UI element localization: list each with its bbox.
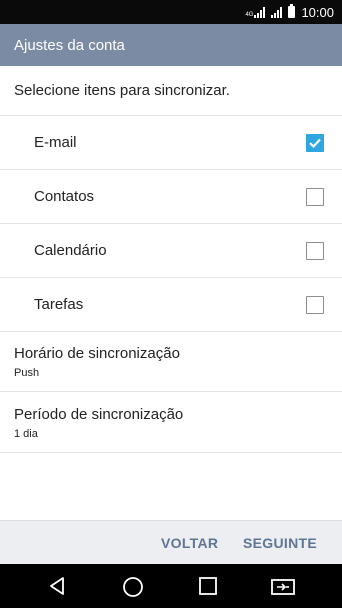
status-bar: 4G 10:00 bbox=[0, 0, 342, 24]
sync-item-calendario[interactable]: Calendário bbox=[0, 224, 342, 278]
back-triangle-icon[interactable] bbox=[48, 576, 68, 596]
setting-value: 1 dia bbox=[14, 428, 38, 440]
setting-value: Push bbox=[14, 367, 40, 379]
dual-window-icon[interactable] bbox=[270, 576, 296, 596]
recents-square-icon[interactable] bbox=[198, 576, 218, 596]
tarefas-checkbox[interactable] bbox=[306, 295, 324, 314]
email-checkbox[interactable] bbox=[306, 133, 324, 152]
sync-item-label: Calendário bbox=[34, 242, 107, 259]
sync-section-header: Selecione itens para sincronizar. bbox=[0, 66, 342, 116]
sync-item-tarefas[interactable]: Tarefas bbox=[0, 278, 342, 332]
sync-section-label: Selecione itens para sincronizar. bbox=[14, 82, 230, 99]
app-bar: Ajustes da conta bbox=[0, 24, 342, 66]
sync-schedule-setting[interactable]: Horário de sincronização Push bbox=[0, 331, 342, 392]
battery-icon bbox=[288, 4, 296, 18]
sync-item-contatos[interactable]: Contatos bbox=[0, 170, 342, 224]
navigation-bar bbox=[0, 564, 342, 608]
page-title: Ajustes da conta bbox=[14, 36, 125, 54]
back-button[interactable]: VOLTAR bbox=[161, 535, 218, 551]
clock: 10:00 bbox=[301, 4, 334, 20]
contatos-checkbox[interactable] bbox=[306, 187, 324, 206]
sync-period-setting[interactable]: Período de sincronização 1 dia bbox=[0, 392, 342, 453]
setting-title: Período de sincronização bbox=[14, 406, 184, 423]
lte-signal-icon: 4G bbox=[245, 6, 266, 18]
setting-title: Horário de sincronização bbox=[14, 345, 180, 362]
signal-icon bbox=[271, 6, 283, 18]
network-type-label: 4G bbox=[245, 12, 254, 18]
next-button[interactable]: SEGUINTE bbox=[243, 535, 317, 551]
checkmark-icon bbox=[309, 138, 321, 148]
sync-item-email[interactable]: E-mail bbox=[0, 116, 342, 170]
calendario-checkbox[interactable] bbox=[306, 241, 324, 260]
action-bar: VOLTAR SEGUINTE bbox=[0, 520, 342, 564]
sync-item-label: E-mail bbox=[34, 134, 77, 151]
home-circle-icon[interactable] bbox=[122, 576, 144, 598]
sync-item-label: Tarefas bbox=[34, 296, 84, 313]
sync-item-label: Contatos bbox=[34, 188, 95, 205]
